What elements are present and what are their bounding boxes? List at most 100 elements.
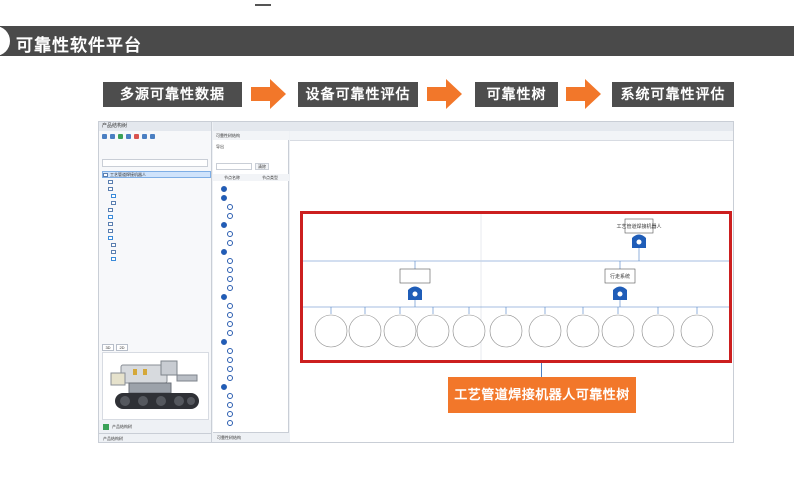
mid-event-box[interactable] (399, 268, 431, 284)
node-row[interactable] (221, 265, 285, 274)
basic-event-icon (227, 320, 233, 327)
node-row[interactable] (221, 256, 285, 265)
basic-event-icon (227, 266, 233, 273)
basic-event-icon (227, 257, 233, 264)
basic-event-icon (227, 239, 233, 246)
node-row[interactable] (221, 211, 285, 220)
clear-button[interactable]: 清除 (255, 163, 269, 170)
column-node-name: 节点名称 (224, 175, 240, 180)
basic-event-circle[interactable] (641, 314, 675, 348)
tree-item[interactable] (102, 241, 211, 248)
basic-event-circle[interactable] (416, 314, 450, 348)
basic-event-icon (227, 419, 233, 426)
tree-item[interactable] (102, 248, 211, 255)
footer-product-tree[interactable]: 产品结构树 (103, 423, 132, 430)
basic-event-circle[interactable] (601, 314, 635, 348)
export-button[interactable]: 导出 (216, 144, 224, 150)
node-row[interactable] (221, 391, 285, 400)
node-row[interactable] (221, 292, 285, 301)
edit-icon[interactable] (110, 133, 115, 139)
node-row[interactable] (221, 283, 285, 292)
product-tree-footer: 产品结构树 产品结构树 (99, 420, 211, 442)
or-gate-icon (221, 383, 227, 390)
canvas-toolbar (290, 131, 733, 141)
node-row[interactable] (221, 310, 285, 319)
canvas-toolbar-right (719, 131, 733, 140)
add-icon[interactable] (102, 133, 107, 139)
folder-icon (108, 235, 113, 240)
paste-icon[interactable] (126, 133, 131, 139)
tree-item[interactable] (102, 178, 211, 185)
callout-connector (541, 363, 542, 377)
footer-tab-product-tree[interactable]: 产品结构树 (103, 434, 123, 442)
basic-event-icon (227, 302, 233, 309)
or-gate-icon (221, 194, 227, 201)
reliability-tree-structure-footer[interactable]: 可靠性树结构 (213, 432, 289, 442)
page: 可靠性软件平台 多源可靠性数据 设备可靠性评估 可靠性树 系统可靠性评估 产品结… (0, 0, 794, 491)
gate-symbol (617, 291, 623, 297)
tab-2d[interactable]: 2D (116, 344, 128, 351)
delete-icon[interactable] (134, 133, 139, 139)
node-row[interactable] (221, 400, 285, 409)
tree-item-label: 工艺管道焊接机器人 (110, 172, 146, 177)
tree-item[interactable]: 工艺管道焊接机器人 (102, 171, 211, 178)
tree-item[interactable] (102, 234, 211, 241)
node-row[interactable] (221, 184, 285, 193)
basic-event-icon (227, 356, 233, 363)
node-row[interactable] (221, 337, 285, 346)
robot-3d-view[interactable] (102, 352, 209, 420)
node-search-input[interactable] (216, 163, 252, 170)
basic-event-circle[interactable] (314, 314, 348, 348)
node-row[interactable] (221, 202, 285, 211)
tree-item[interactable] (102, 227, 211, 234)
basic-event-circle[interactable] (452, 314, 486, 348)
tree-item[interactable] (102, 192, 211, 199)
basic-event-icon (227, 401, 233, 408)
node-row[interactable] (221, 328, 285, 337)
basic-event-circle[interactable] (566, 314, 600, 348)
share-icon[interactable] (150, 133, 155, 139)
reliability-tree-structure-title: 可靠性树结构 (213, 131, 289, 140)
folder-icon (111, 249, 116, 254)
flow-arrow-icon (566, 79, 601, 109)
basic-event-circle[interactable] (528, 314, 562, 348)
tree-item[interactable] (102, 185, 211, 192)
node-row[interactable] (221, 346, 285, 355)
node-row[interactable] (221, 319, 285, 328)
basic-event-icon (227, 230, 233, 237)
node-row[interactable] (221, 301, 285, 310)
tree-item[interactable] (102, 199, 211, 206)
copy-icon[interactable] (118, 133, 123, 139)
node-row[interactable] (221, 229, 285, 238)
node-row[interactable] (221, 247, 285, 256)
tree-item[interactable] (102, 220, 211, 227)
basic-event-circle[interactable] (383, 314, 417, 348)
node-table-rows (221, 184, 285, 427)
flow-arrow-icon (427, 79, 462, 109)
basic-event-circle[interactable] (680, 314, 714, 348)
tree-item[interactable] (102, 255, 211, 262)
node-row[interactable] (221, 364, 285, 373)
document-tab-strip[interactable] (213, 122, 733, 131)
product-tree-search-input[interactable] (102, 159, 208, 167)
folder-icon (108, 221, 113, 226)
node-row[interactable] (221, 355, 285, 364)
settings-icon[interactable] (142, 133, 147, 139)
fault-tree-highlight: 工艺管道焊接机器人 行走系统 (300, 211, 732, 363)
node-row[interactable] (221, 373, 285, 382)
tree-item[interactable] (102, 213, 211, 220)
section-title: 可靠性软件平台 (16, 36, 142, 55)
basic-event-icon (227, 311, 233, 318)
node-row[interactable] (221, 382, 285, 391)
node-row[interactable] (221, 418, 285, 427)
node-row[interactable] (221, 409, 285, 418)
basic-event-circle[interactable] (348, 314, 382, 348)
basic-event-circle[interactable] (489, 314, 523, 348)
node-row[interactable] (221, 220, 285, 229)
tree-item[interactable] (102, 206, 211, 213)
node-row[interactable] (221, 274, 285, 283)
node-row[interactable] (221, 238, 285, 247)
node-row[interactable] (221, 193, 285, 202)
tab-3d[interactable]: 3D (102, 344, 114, 351)
basic-event-icon (227, 365, 233, 372)
